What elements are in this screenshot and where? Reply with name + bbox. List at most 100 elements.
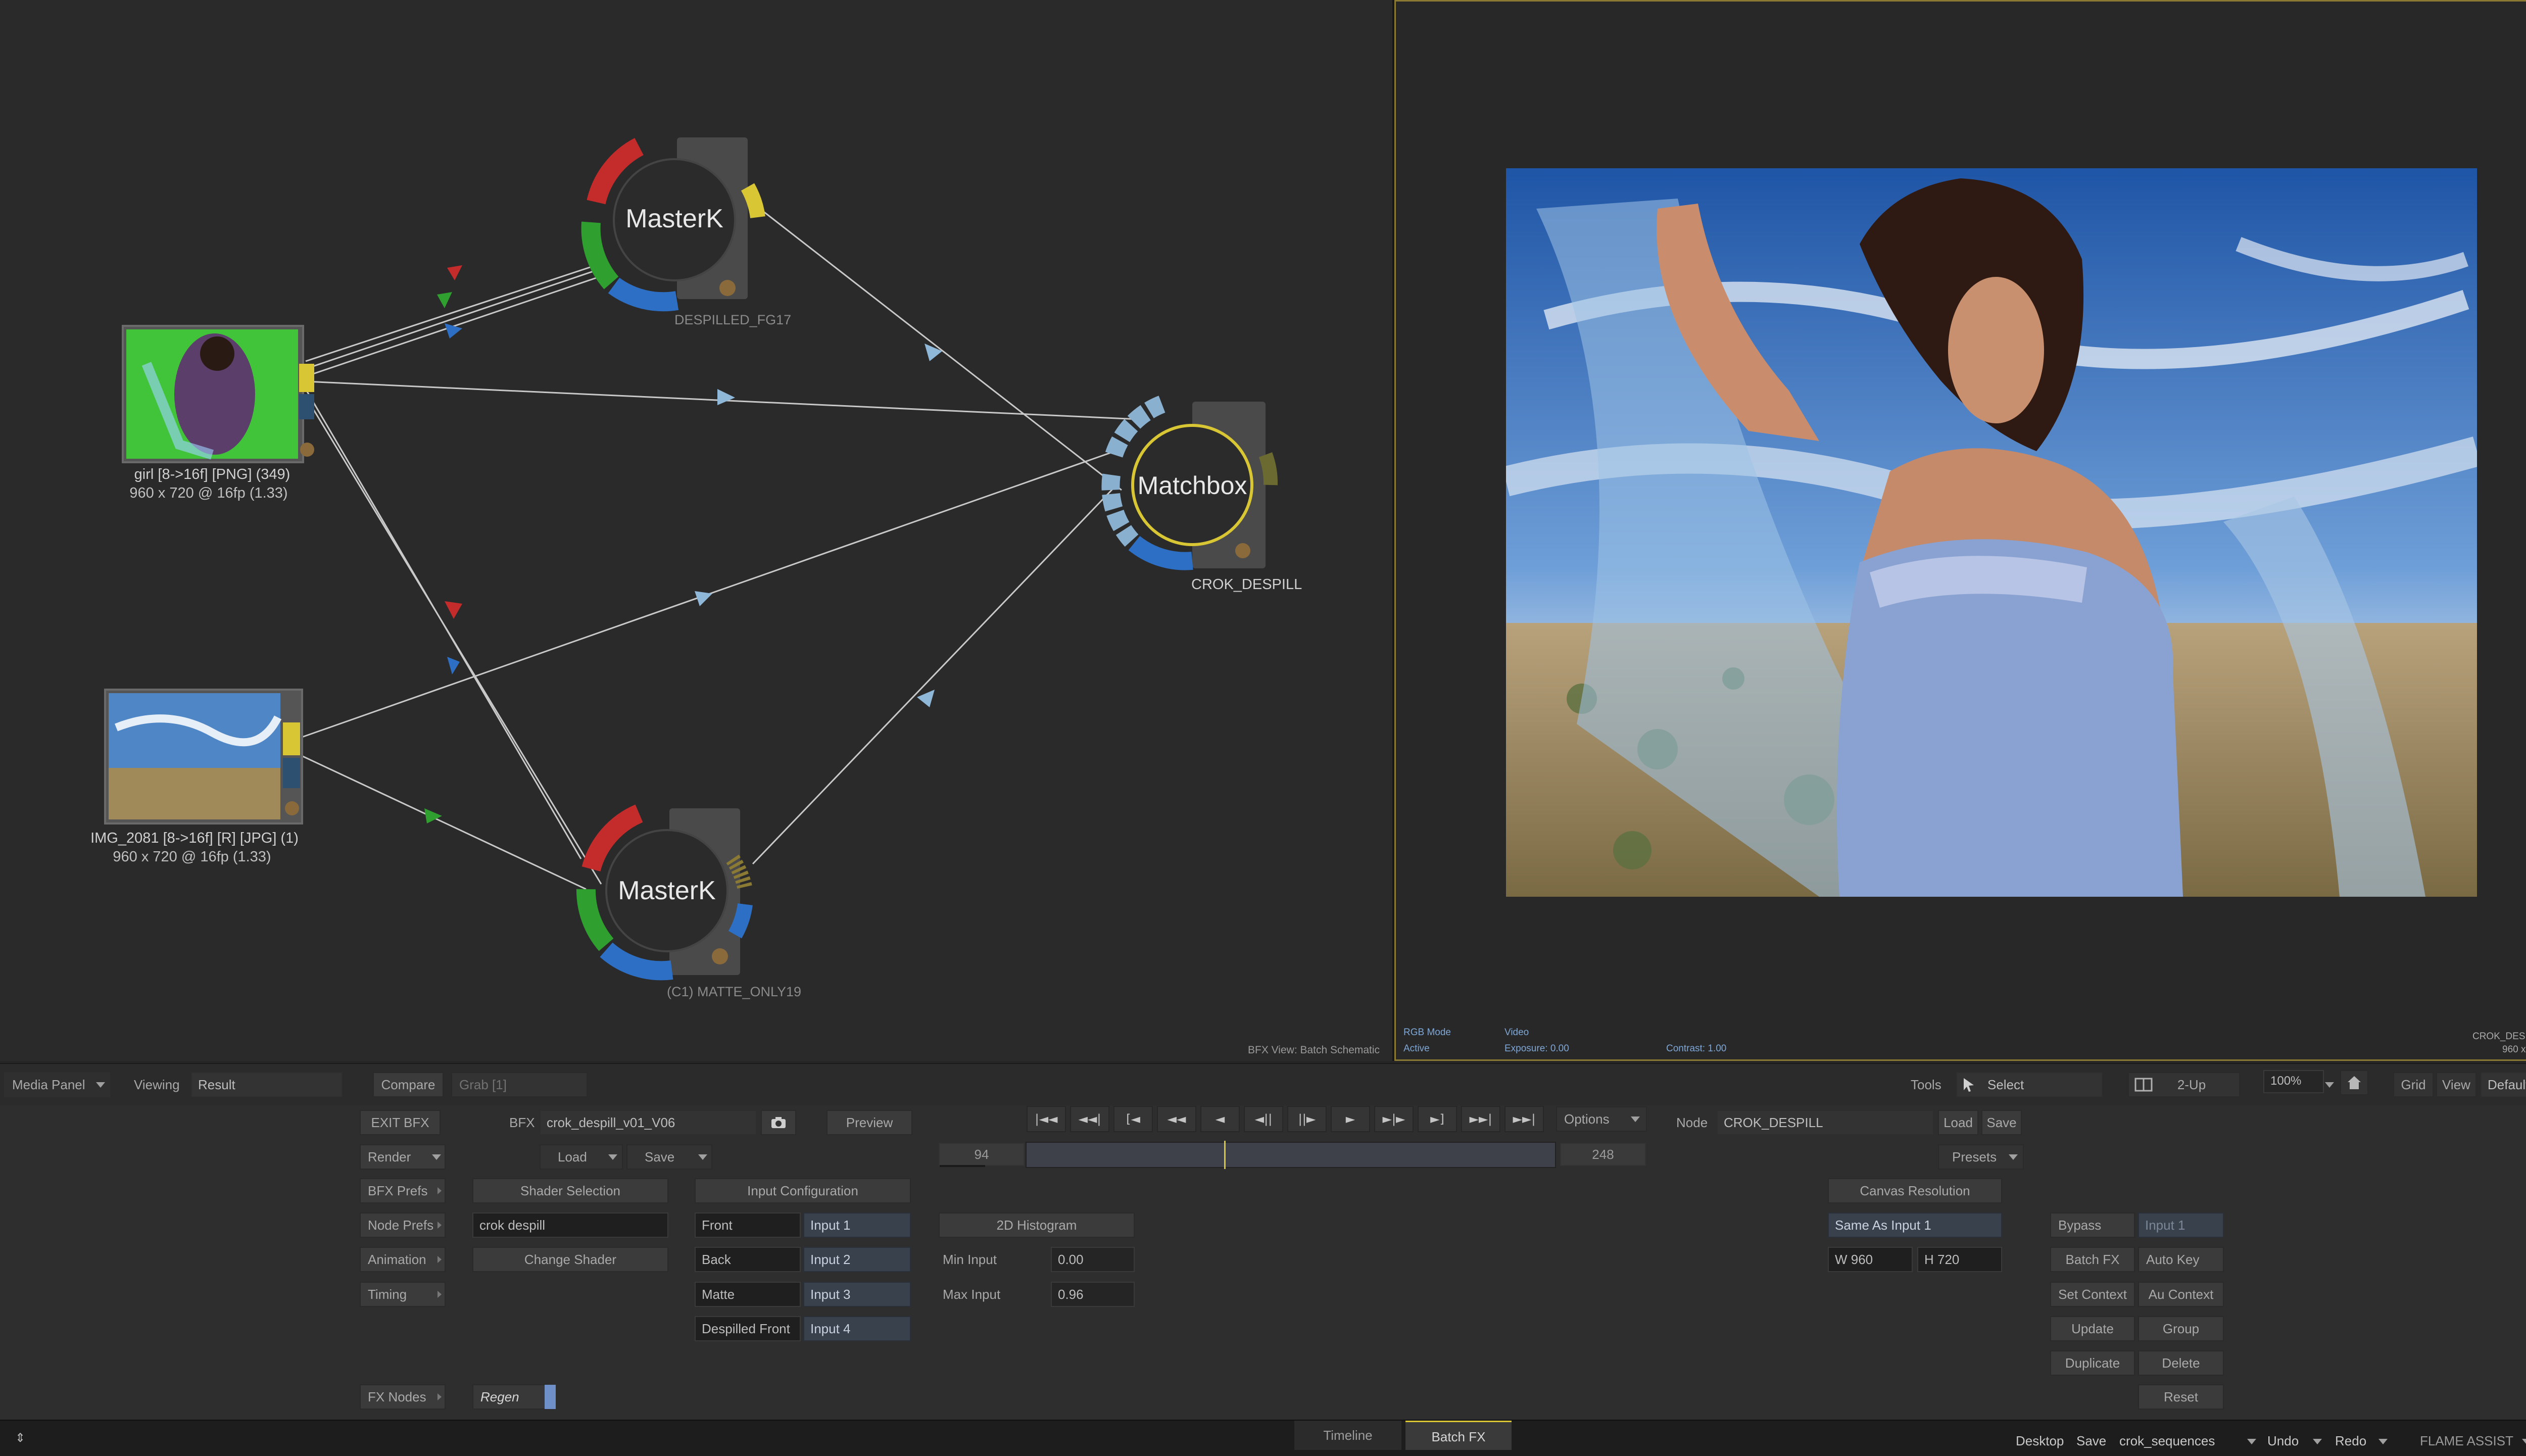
- start-frame-field[interactable]: 94: [939, 1143, 1025, 1166]
- status-save-button[interactable]: Save: [2076, 1430, 2106, 1452]
- node-load-button[interactable]: Load: [1938, 1110, 1978, 1135]
- media-panel-button[interactable]: Media Panel: [4, 1072, 110, 1097]
- max-input-field[interactable]: 0.96: [1051, 1282, 1135, 1307]
- step-forward-button[interactable]: ||►: [1287, 1106, 1327, 1132]
- node-prefs-button[interactable]: Node Prefs: [360, 1212, 446, 1238]
- fast-forward-icon: ►►|: [1469, 1112, 1492, 1126]
- canvas-height-field[interactable]: H 720: [1917, 1247, 2002, 1272]
- play-reverse-button[interactable]: ◄: [1200, 1106, 1240, 1132]
- clip-girl-info: 960 x 720 @ 16fp (1.33): [129, 485, 287, 501]
- reset-button[interactable]: Reset: [2138, 1384, 2224, 1410]
- fx-nodes-button[interactable]: FX Nodes: [360, 1384, 446, 1410]
- change-shader-button[interactable]: Change Shader: [472, 1247, 668, 1272]
- bfx-prefs-button[interactable]: BFX Prefs: [360, 1178, 446, 1203]
- update-button[interactable]: Update: [2050, 1316, 2135, 1341]
- grid-button[interactable]: Grid: [2393, 1072, 2434, 1097]
- redo-button[interactable]: Redo: [2335, 1430, 2366, 1452]
- goto-out-button[interactable]: ►]: [1418, 1106, 1457, 1132]
- result-viewer[interactable]: RGB Mode Active Video Exposure: 0.00 Con…: [1394, 0, 2526, 1061]
- grab-button[interactable]: Grab [1]: [451, 1072, 588, 1097]
- playhead[interactable]: [1224, 1141, 1226, 1169]
- next-keyframe-button[interactable]: ►|►: [1374, 1106, 1414, 1132]
- bypass-button[interactable]: Bypass: [2050, 1212, 2135, 1238]
- step-back-button[interactable]: ◄||: [1244, 1106, 1283, 1132]
- play-button[interactable]: ►: [1331, 1106, 1370, 1132]
- tools-label: Tools: [1911, 1077, 1941, 1092]
- sequence-select[interactable]: crok_sequences: [2119, 1430, 2215, 1452]
- auto-key-button[interactable]: Auto Key: [2138, 1247, 2224, 1272]
- au-context-button[interactable]: Au Context: [2138, 1282, 2224, 1307]
- clip-node-img[interactable]: IMG_2081 [8->16f] [R] [JPG] (1) 960 x 72…: [90, 689, 303, 865]
- bfx-load-caret-icon: [608, 1154, 617, 1160]
- prev-keyframe-button[interactable]: ◄◄|: [1070, 1106, 1109, 1132]
- default-select[interactable]: Default: [2481, 1072, 2526, 1097]
- input-row-select-4[interactable]: Input 4: [803, 1316, 911, 1341]
- canvas-resolution-header: Canvas Resolution: [1828, 1178, 2002, 1203]
- next-keyframe-icon: ►|►: [1382, 1112, 1405, 1126]
- bypass-input-select[interactable]: Input 1: [2138, 1212, 2224, 1238]
- masterk-node-bottom[interactable]: MasterK (C1) MATTE_ONLY19: [576, 804, 801, 999]
- zoom-field[interactable]: 100%: [2263, 1070, 2324, 1093]
- node-save-button[interactable]: Save: [1981, 1110, 2022, 1135]
- select-tool-field[interactable]: Select: [1956, 1072, 2103, 1097]
- clip-node-girl[interactable]: girl [8->16f] [PNG] (349) 960 x 720 @ 16…: [122, 325, 314, 501]
- select-tool-label: Select: [1987, 1077, 2024, 1092]
- shader-name-field[interactable]: crok despill: [472, 1212, 668, 1238]
- schematic-canvas[interactable]: MasterK DESPILLED_FG17 MasterK (C1) MATT…: [0, 0, 1392, 1061]
- input-row-select-2[interactable]: Input 2: [803, 1247, 911, 1272]
- undo-button[interactable]: Undo: [2267, 1430, 2299, 1452]
- input-configuration-header: Input Configuration: [695, 1178, 911, 1203]
- timing-button[interactable]: Timing: [360, 1282, 446, 1307]
- status-expand-icon[interactable]: ⇕: [15, 1431, 25, 1445]
- input-row-select-3[interactable]: Input 3: [803, 1282, 911, 1307]
- step-back-icon: ◄||: [1254, 1112, 1273, 1126]
- masterk-top-label: MasterK: [625, 204, 723, 233]
- group-button[interactable]: Group: [2138, 1316, 2224, 1341]
- histogram-button[interactable]: 2D Histogram: [939, 1212, 1135, 1238]
- same-as-input-select[interactable]: Same As Input 1: [1828, 1212, 2002, 1238]
- shader-selection-header: Shader Selection: [472, 1178, 668, 1203]
- duplicate-button[interactable]: Duplicate: [2050, 1350, 2135, 1376]
- matchbox-name: CROK_DESPILL: [1191, 576, 1302, 593]
- timeline-scrubber[interactable]: [1026, 1142, 1556, 1168]
- input-row-name-despilled-front: Despilled Front: [695, 1316, 801, 1341]
- sequence-caret-icon: [2247, 1439, 2256, 1444]
- masterk-node-top[interactable]: MasterK DESPILLED_FG17: [581, 137, 792, 327]
- exit-bfx-button[interactable]: EXIT BFX: [360, 1110, 441, 1135]
- min-input-field[interactable]: 0.00: [1051, 1247, 1135, 1272]
- max-input-label: Max Input: [943, 1287, 1001, 1302]
- masterk-bottom-name: (C1) MATTE_ONLY19: [667, 984, 801, 999]
- fast-forward-button[interactable]: ►►|: [1461, 1106, 1500, 1132]
- regen-toggle[interactable]: Regen: [472, 1384, 548, 1410]
- goto-in-icon: [◄: [1126, 1112, 1140, 1126]
- masterk-top-name: DESPILLED_FG17: [674, 312, 791, 327]
- bfx-name-field[interactable]: crok_despill_v01_V06: [540, 1110, 757, 1135]
- viewing-select[interactable]: Result: [191, 1072, 343, 1097]
- tab-timeline[interactable]: Timeline: [1294, 1421, 1401, 1450]
- batch-schematic-panel[interactable]: MasterK DESPILLED_FG17 MasterK (C1) MATT…: [0, 0, 1392, 1061]
- animation-button[interactable]: Animation: [360, 1247, 446, 1272]
- goto-start-button[interactable]: |◄◄: [1027, 1106, 1066, 1132]
- goto-end-button[interactable]: ►►|: [1504, 1106, 1544, 1132]
- tab-batch-fx[interactable]: Batch FX: [1405, 1421, 1512, 1450]
- goto-in-button[interactable]: [◄: [1113, 1106, 1153, 1132]
- delete-button[interactable]: Delete: [2138, 1350, 2224, 1376]
- rewind-button[interactable]: ◄◄: [1157, 1106, 1196, 1132]
- batch-fx-button[interactable]: Batch FX: [2050, 1247, 2135, 1272]
- view-button[interactable]: View: [2436, 1072, 2476, 1097]
- canvas-width-field[interactable]: W 960: [1828, 1247, 1913, 1272]
- compare-button[interactable]: Compare: [373, 1072, 444, 1097]
- matchbox-node[interactable]: Matchbox CROK_DESPILL: [1101, 396, 1302, 593]
- input-row-select-1[interactable]: Input 1: [803, 1212, 911, 1238]
- node-name-field[interactable]: CROK_DESPILL: [1717, 1110, 1934, 1135]
- snapshot-button[interactable]: [761, 1110, 796, 1135]
- presets-caret-icon: [2009, 1154, 2018, 1160]
- set-context-button[interactable]: Set Context: [2050, 1282, 2135, 1307]
- home-button[interactable]: [2340, 1070, 2368, 1095]
- app-caret-icon: [2522, 1439, 2526, 1444]
- desktop-button[interactable]: Desktop: [2016, 1430, 2064, 1452]
- link-arrows: [424, 265, 942, 823]
- input-row-name-front: Front: [695, 1212, 801, 1238]
- end-frame-field[interactable]: 248: [1560, 1143, 1646, 1166]
- preview-button[interactable]: Preview: [827, 1110, 912, 1135]
